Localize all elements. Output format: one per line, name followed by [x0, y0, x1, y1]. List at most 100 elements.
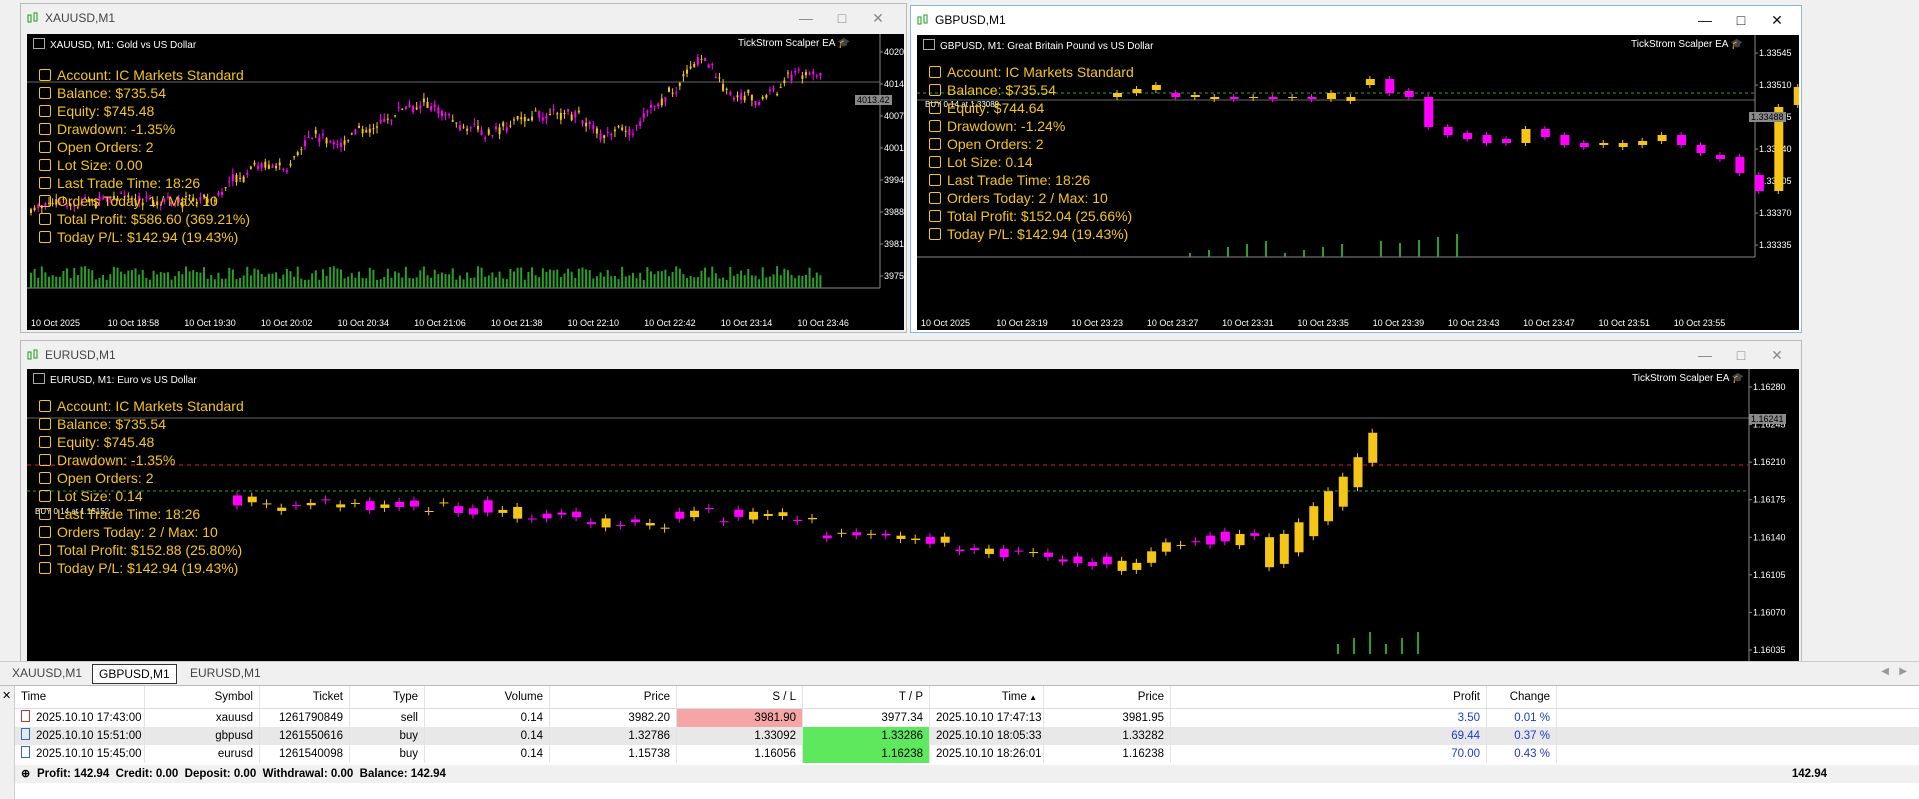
price-axis-tick: 3975.05 [884, 271, 904, 281]
time-axis-tick: 10 Oct 19:30 [184, 318, 236, 328]
candle [599, 129, 602, 143]
cell-change: 0.43 % [1487, 745, 1557, 763]
column-header[interactable]: S / L [677, 686, 803, 708]
gbpusd-chart[interactable]: 1.335451.335101.334751.334401.334051.333… [917, 35, 1799, 330]
scroll-right-icon[interactable]: ▶ [1899, 666, 1907, 677]
volume-bar [552, 270, 555, 288]
candle [577, 106, 580, 115]
column-header[interactable]: T / P [803, 686, 930, 708]
volume-bar [195, 272, 198, 288]
table-row[interactable]: 2025.10.10 17:43:00 xauusd 1261790849 sell 0… [15, 709, 1919, 727]
gbpusd-chart-window[interactable]: GBPUSD,M1 — □ ✕ 1.335451.335101.334751.3… [910, 5, 1802, 333]
cell-tp: 1.33286 [803, 727, 930, 745]
maximize-button[interactable]: □ [1727, 9, 1755, 31]
xauusd-chart-window[interactable]: XAUUSD,M1 — □ ✕ 4020.90 4014.35 4007.80 400… [20, 3, 907, 333]
candle [531, 110, 534, 122]
candle [412, 105, 415, 115]
cell-time2: 2025.10.10 18:05:33 [930, 727, 1044, 745]
candle [380, 500, 390, 512]
minimize-button[interactable]: — [792, 7, 820, 29]
eurusd-chart-window[interactable]: EURUSD,M1 — □ ✕ 1.16280 1.16245 1.16210 1.1… [20, 340, 1802, 662]
candle [264, 158, 267, 171]
volume-bar [531, 267, 534, 288]
column-header[interactable]: Volume [425, 686, 550, 708]
add-icon[interactable]: ⊕ [21, 765, 30, 783]
candle [896, 531, 906, 543]
column-header[interactable]: Symbol [145, 686, 260, 708]
volume-bar [473, 277, 476, 288]
candle [1229, 94, 1239, 102]
volume-bar [819, 275, 822, 288]
cell-profit: 69.44 [1171, 727, 1487, 745]
tab-gbpusd[interactable]: GBPUSD,M1 [92, 664, 177, 684]
cell-profit: 3.50 [1171, 709, 1487, 727]
ea-info-row: Lot Size: 0.00 [39, 156, 250, 174]
volume-bar [671, 271, 674, 288]
tab-xauusd[interactable]: XAUUSD,M1 [6, 664, 88, 682]
column-header[interactable]: Time [15, 686, 145, 708]
close-icon[interactable]: ✕ [2, 689, 11, 702]
volume-bar [278, 278, 281, 288]
candle [613, 126, 616, 138]
column-header[interactable]: Price [1044, 686, 1171, 708]
minimize-button[interactable]: — [1691, 9, 1719, 31]
volume-bar [700, 270, 703, 288]
sell-order-icon [21, 710, 30, 722]
candle [1279, 529, 1289, 568]
candle [282, 167, 285, 172]
tab-eurusd[interactable]: EURUSD,M1 [184, 664, 267, 682]
close-button[interactable]: ✕ [1763, 9, 1791, 31]
price-axis-tick: 1.33335 [1759, 240, 1792, 250]
ea-info-row: Total Profit: $152.04 (25.66%) [929, 207, 1134, 225]
candle [314, 126, 317, 139]
cell-text: 0.01 % [1514, 712, 1550, 724]
column-header[interactable]: Profit [1171, 686, 1487, 708]
candle [794, 67, 797, 76]
table-row[interactable]: 2025.10.10 15:45:00 eurusd 1261540098 buy 0.… [15, 745, 1919, 763]
volume-bar [668, 276, 671, 288]
column-header[interactable]: Price [550, 686, 677, 708]
volume-bar [271, 273, 274, 288]
candle [797, 67, 800, 74]
ea-info-text: Drawdown: -1.35% [57, 121, 176, 137]
maximize-button[interactable]: □ [828, 7, 856, 29]
time-axis-tick: 10 Oct 20:02 [261, 318, 313, 328]
candle [1250, 529, 1260, 540]
ea-info-row: Equity: $745.48 [39, 433, 244, 451]
candle [999, 544, 1009, 562]
gbpusd-titlebar[interactable]: GBPUSD,M1 — □ ✕ [911, 6, 1801, 34]
eurusd-titlebar[interactable]: EURUSD,M1 — □ ✕ [21, 341, 1801, 369]
ea-info-text: Total Profit: $152.04 (25.66%) [947, 208, 1133, 224]
xauusd-titlebar[interactable]: XAUUSD,M1 — □ ✕ [21, 4, 906, 32]
close-button[interactable]: ✕ [1763, 344, 1791, 366]
candle [1220, 527, 1230, 546]
column-header[interactable]: Ticket [260, 686, 350, 708]
workspace-background [1802, 0, 1919, 661]
volume-bar [433, 269, 436, 288]
eurusd-chart[interactable]: 1.16280 1.16245 1.16210 1.16175 1.16140 1.161… [27, 369, 1799, 662]
volume-bar [339, 269, 342, 288]
table-row[interactable]: 2025.10.10 15:51:00 gbpusd 1261550616 buy 0.… [15, 727, 1919, 745]
cell-time2: 2025.10.10 17:47:13 [930, 709, 1044, 727]
column-header[interactable]: Change [1487, 686, 1557, 708]
cell-text: 1.33282 [1122, 730, 1164, 742]
column-header[interactable]: Time ▲ [930, 686, 1044, 708]
candle [275, 162, 278, 171]
price-axis-tick: 4001.25 [884, 143, 904, 153]
close-button[interactable]: ✕ [864, 7, 892, 29]
candle [1338, 472, 1348, 511]
xauusd-chart[interactable]: 4020.90 4014.35 4007.80 4001.25 3994.70 3988.… [27, 34, 904, 330]
candle [718, 72, 721, 83]
candle [628, 126, 631, 141]
column-header[interactable]: Type [350, 686, 425, 708]
candle [1206, 531, 1216, 549]
maximize-button[interactable]: □ [1727, 344, 1755, 366]
minimize-button[interactable]: — [1691, 344, 1719, 366]
ea-info-row: Today P/L: $142.94 (19.43%) [39, 228, 250, 246]
volume-bar [657, 271, 660, 288]
volume-bar [732, 275, 735, 288]
candle [430, 102, 433, 113]
scroll-left-icon[interactable]: ◀ [1881, 666, 1889, 677]
price-axis-tick: 1.16280 [1753, 382, 1786, 392]
candle [289, 160, 292, 168]
